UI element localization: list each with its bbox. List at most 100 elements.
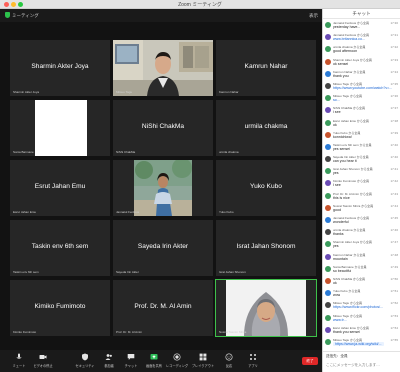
participant-tile[interactable]: Sayeda Irin Akter Sayeda Irin Akter: [113, 220, 213, 276]
meeting-top-bar: ミーティング 表示: [0, 9, 322, 22]
chat-message: Sharmin Akter Joya から全員 17:47 yes: [323, 239, 400, 251]
avatar: [325, 131, 331, 138]
chat-message-text: good afternoon: [333, 49, 358, 54]
chat-message-link[interactable]: www.tr...: [333, 318, 347, 322]
microphone-icon: [16, 353, 22, 360]
participant-tag: Sayeda Irin Akter: [116, 270, 139, 274]
participant-tile[interactable]: Yuko Kubo Yuko Kubo: [216, 160, 316, 216]
avatar: [325, 70, 331, 77]
stop-video-button[interactable]: ビデオの停止: [28, 353, 58, 368]
chat-message-time: 17:51: [390, 289, 398, 294]
chat-message-link[interactable]: www.britannica.co...: [333, 37, 365, 41]
participant-tile[interactable]: Esrut Jahan Emu Esrut Jahan Emu: [10, 160, 110, 216]
chat-message: Yuko Kubo から全員 17:51 wow: [323, 288, 400, 300]
chat-message-text: thanks: [333, 232, 344, 237]
avatar: [325, 265, 331, 272]
apps-button[interactable]: アプリ: [238, 353, 268, 368]
participant-tag: Sharmin Akter Joya: [13, 90, 40, 94]
participant-tile[interactable]: Kamrun Nahar Kamrun Nahar: [216, 40, 316, 96]
view-toggle[interactable]: 表示: [309, 13, 318, 19]
apps-icon: [250, 354, 256, 360]
chat-message: Sonia Barmane から全員 17:49 so beautiful: [323, 264, 400, 276]
participant-tag: Kimiko Fumimoto: [13, 330, 37, 334]
chat-message-time: 17:42: [390, 179, 398, 184]
participant-tile[interactable]: Israt Jahan Shonom Israt Jahan Shonom: [216, 220, 316, 276]
chat-message-text: wow: [333, 293, 341, 298]
chat-message-link[interactable]: https://www.ja-wiki.org/wiki/...: [333, 341, 384, 346]
avatar: [325, 229, 331, 236]
chat-message-text: can you hear it: [333, 159, 357, 164]
participant-tile[interactable]: Taskin env 6th sem Taskin env 6th sem: [10, 220, 110, 276]
participant-tag: Mitsuo Tagu: [116, 90, 133, 94]
avatar: [325, 22, 331, 28]
chat-message: Nusrat Tasnim Mirza から全員 17:44 good: [323, 203, 400, 215]
chat-message-text: yes: [333, 171, 339, 176]
chat-message: Jannatul Ferdous から全員 17:31 www.britannica…: [323, 32, 400, 44]
chat-message-sender: Esrut Jahan Emu から全員: [333, 118, 369, 123]
chat-message: Mitsuo Tagu から全員 17:55 https://www.ja-wiki…: [323, 337, 400, 349]
avatar: [325, 204, 331, 211]
chat-message-link[interactable]: https://www.flickr.com/photos/...: [333, 305, 383, 309]
chat-message: Sharmin Akter Joya から全員 17:33 ok sensei: [323, 57, 400, 69]
avatar: [325, 302, 331, 309]
chat-message-text: ok sensei: [333, 61, 349, 66]
participant-tile-active-speaker[interactable]: Nusrat Tasnim Mirza: [215, 279, 317, 337]
participant-tile[interactable]: Sonia Barmane: [10, 100, 110, 156]
chat-message-time: 17:53: [390, 313, 398, 318]
chat-panel: チャット Jannatul Ferdous から全員 17:30 yesterday…: [322, 9, 400, 372]
chat-message-time: 17:39: [390, 130, 398, 135]
participant-name: NiShi ChakMa: [141, 123, 185, 130]
participant-tile[interactable]: Mitsuo Tagu: [113, 40, 213, 96]
end-meeting-button[interactable]: 終了: [302, 357, 318, 365]
chat-message-input[interactable]: [326, 360, 398, 370]
chat-panel-title: チャット: [352, 11, 371, 16]
avatar: [325, 338, 331, 345]
chat-message-time: 17:55: [390, 337, 398, 342]
chat-icon: [127, 354, 135, 360]
chat-message: Kamrun Nahar から全員 17:34 thank you: [323, 69, 400, 81]
chat-recipient-select[interactable]: 送信先：全員: [326, 354, 348, 359]
chat-message-time: 17:46: [390, 228, 398, 233]
chat-message-text: yes: [333, 244, 339, 249]
participant-tile[interactable]: Kimiko Fumimoto Kimiko Fumimoto: [10, 280, 110, 336]
participant-tile[interactable]: Prof. Dr. M. Al Amin Prof. Dr. M. Al Ami…: [113, 280, 213, 336]
chat-message: Taskin env 6th sem から全員 17:40 yes sensei: [323, 142, 400, 154]
chat-message-link[interactable]: https://www.youtube.com/watch?v=...: [333, 86, 392, 90]
participant-tile[interactable]: urmila chakma urmila chakma: [216, 100, 316, 156]
chat-message-time: 17:38: [390, 118, 398, 123]
chat-message-text: i see: [333, 110, 341, 115]
participants-icon: [105, 354, 112, 360]
participant-tile[interactable]: Jannatul Ferdous: [113, 160, 213, 216]
avatar: [325, 34, 331, 41]
chat-message-text: thank you sensei: [333, 329, 360, 334]
participant-tile[interactable]: NiShi ChakMa NiShi ChakMa: [113, 100, 213, 156]
chat-message: Mitsuo Tagu から全員 17:52 https://www.flickr.…: [323, 300, 400, 312]
chat-message-time: 17:43: [390, 191, 398, 196]
avatar: [325, 192, 331, 199]
participant-tile[interactable]: Sharmin Akter Joya Sharmin Akter Joya: [10, 40, 110, 96]
avatar: [325, 241, 331, 248]
participant-tag: NiShi ChakMa: [116, 150, 136, 154]
chat-message-list[interactable]: Jannatul Ferdous から全員 17:30 yesterday have…: [323, 20, 400, 349]
chat-message: Mitsuo Tagu から全員 17:35 https://www.youtube…: [323, 81, 400, 93]
participant-tag: Israt Jahan Shonom: [219, 270, 246, 274]
avatar: [325, 277, 331, 284]
chat-message-time: 17:31: [390, 33, 398, 38]
participant-tag: Jannatul Ferdous: [116, 210, 140, 214]
record-icon: [173, 353, 181, 361]
chat-message-text: so beautiful: [333, 268, 352, 273]
meeting-info-label[interactable]: ミーティング: [12, 13, 39, 19]
zoom-window: Zoom ミーティング ミーティング 表示 Sharmin Akter Joya…: [0, 0, 400, 372]
encryption-shield-icon[interactable]: [5, 12, 10, 18]
chat-message-text: good: [333, 207, 341, 212]
chat-message-time: 17:33: [390, 57, 398, 62]
chat-message: Mitsuo Tagu から全員 17:36 so...: [323, 93, 400, 105]
chat-message-link[interactable]: so...: [333, 98, 340, 102]
chat-message-time: 17:36: [390, 94, 398, 99]
share-screen-icon: [150, 354, 158, 360]
participant-name: Taskin env 6th sem: [31, 243, 89, 250]
breakout-rooms-icon: [199, 353, 207, 361]
chat-message: Prof. Dr. M. Al Amin から全員 17:43 this is ni…: [323, 191, 400, 203]
participant-video-hijab: [226, 280, 306, 336]
chat-message-text: ok: [333, 122, 337, 127]
